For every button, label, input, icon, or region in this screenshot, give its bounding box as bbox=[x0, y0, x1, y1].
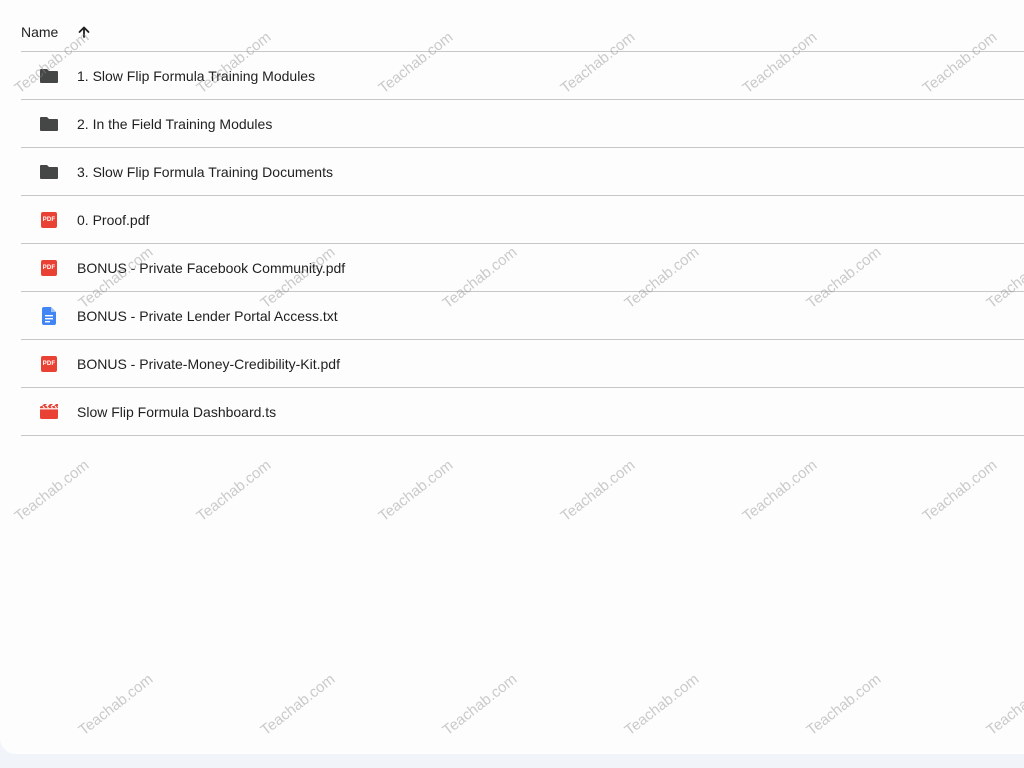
file-row-folder-3[interactable]: 3. Slow Flip Formula Training Documents bbox=[21, 148, 1024, 196]
file-name: 0. Proof.pdf bbox=[77, 211, 150, 228]
file-name: 3. Slow Flip Formula Training Documents bbox=[77, 163, 333, 180]
pdf-icon: PDF bbox=[41, 259, 57, 276]
file-name: BONUS - Private Lender Portal Access.txt bbox=[77, 307, 338, 324]
folder-icon bbox=[21, 116, 77, 132]
file-row-pdf-facebook[interactable]: PDF BONUS - Private Facebook Community.p… bbox=[21, 244, 1024, 292]
file-row-folder-2[interactable]: 2. In the Field Training Modules bbox=[21, 100, 1024, 148]
pdf-icon: PDF bbox=[41, 355, 57, 372]
name-column-header[interactable]: Name bbox=[21, 24, 58, 40]
file-row-video-dashboard[interactable]: Slow Flip Formula Dashboard.ts bbox=[21, 388, 1024, 436]
file-name: BONUS - Private Facebook Community.pdf bbox=[77, 259, 346, 276]
sort-ascending-icon[interactable] bbox=[72, 20, 96, 44]
document-icon bbox=[21, 306, 77, 325]
file-list: 1. Slow Flip Formula Training Modules 2.… bbox=[21, 51, 1024, 436]
folder-icon bbox=[21, 68, 77, 84]
file-name: 1. Slow Flip Formula Training Modules bbox=[77, 67, 316, 84]
file-name: 2. In the Field Training Modules bbox=[77, 115, 273, 132]
file-row-folder-1[interactable]: 1. Slow Flip Formula Training Modules bbox=[21, 52, 1024, 100]
folder-icon bbox=[21, 164, 77, 180]
file-row-pdf-proof[interactable]: PDF 0. Proof.pdf bbox=[21, 196, 1024, 244]
file-name: BONUS - Private-Money-Credibility-Kit.pd… bbox=[77, 355, 340, 372]
file-row-pdf-kit[interactable]: PDF BONUS - Private-Money-Credibility-Ki… bbox=[21, 340, 1024, 388]
file-row-txt-lender[interactable]: BONUS - Private Lender Portal Access.txt bbox=[21, 292, 1024, 340]
file-list-panel: Name 1. Slow Flip Formula Training Modul… bbox=[0, 0, 1024, 754]
list-header: Name bbox=[21, 14, 96, 50]
video-icon bbox=[21, 403, 77, 420]
file-name: Slow Flip Formula Dashboard.ts bbox=[77, 403, 277, 420]
pdf-icon: PDF bbox=[41, 211, 57, 228]
